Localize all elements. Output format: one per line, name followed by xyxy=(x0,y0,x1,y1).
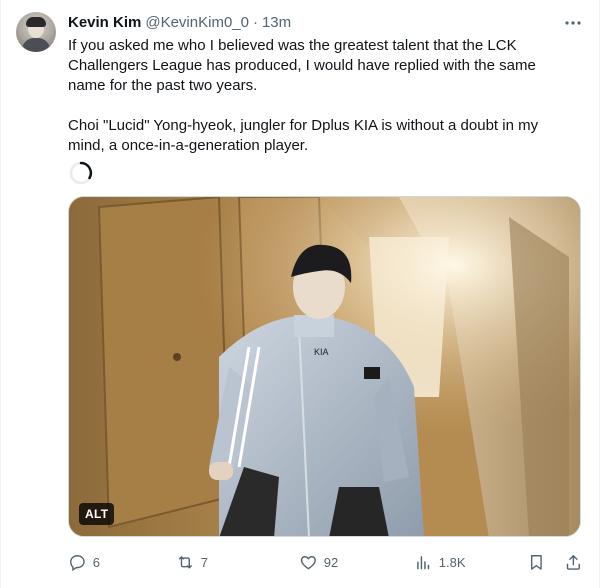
avatar-hair xyxy=(26,17,46,27)
svg-text:KIA: KIA xyxy=(314,347,329,357)
like-count: 92 xyxy=(323,554,339,570)
bookmark-button[interactable] xyxy=(527,551,546,573)
share-icon xyxy=(566,554,580,570)
tweet-photo[interactable]: KIA ALT xyxy=(68,196,581,537)
reply-count: 6 xyxy=(92,554,100,570)
author-handle[interactable]: @KevinKim0_0 xyxy=(145,14,249,31)
alt-text-badge[interactable]: ALT xyxy=(79,503,115,525)
retweet-button[interactable]: 7 xyxy=(176,551,208,573)
tweet-actions: 6 7 92 1.8K xyxy=(68,551,588,573)
tweet-header: Kevin Kim @KevinKim0_0 · 13m xyxy=(68,12,291,32)
views-button[interactable]: 1.8K xyxy=(414,551,466,573)
bookmark-icon xyxy=(530,554,542,570)
timestamp[interactable]: 13m xyxy=(262,14,291,31)
column-border-left xyxy=(0,0,1,588)
views-count: 1.8K xyxy=(438,554,466,570)
header-separator: · xyxy=(252,13,258,31)
tweet-text: If you asked me who I believed was the g… xyxy=(68,36,580,156)
avatar[interactable] xyxy=(16,12,56,52)
tweet-paragraph-2: Choi "Lucid" Yong-hyeok, jungler for Dpl… xyxy=(68,117,539,154)
like-button[interactable]: 92 xyxy=(299,551,338,573)
loading-spinner-icon xyxy=(68,160,94,186)
column-border-right xyxy=(599,0,600,588)
photo-image: KIA xyxy=(69,197,580,536)
like-icon xyxy=(300,555,316,569)
author-name[interactable]: Kevin Kim xyxy=(68,14,141,31)
tweet-paragraph-1: If you asked me who I believed was the g… xyxy=(68,37,536,94)
reply-icon xyxy=(70,554,85,571)
retweet-icon xyxy=(178,555,192,569)
share-button[interactable] xyxy=(564,551,583,573)
retweet-count: 7 xyxy=(200,554,208,570)
reply-button[interactable]: 6 xyxy=(68,551,100,573)
more-icon[interactable] xyxy=(563,14,583,32)
views-icon xyxy=(417,555,430,569)
avatar-body xyxy=(22,38,50,52)
